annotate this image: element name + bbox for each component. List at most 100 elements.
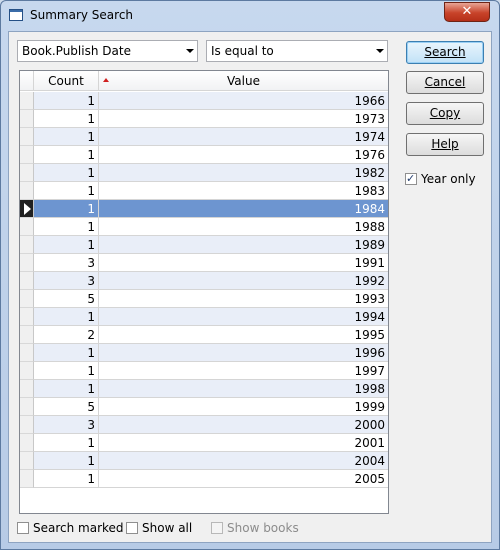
- row-selector[interactable]: [20, 254, 34, 272]
- column-header-value[interactable]: Value: [99, 71, 388, 91]
- table-row[interactable]: 1 1997: [20, 362, 388, 380]
- table-row[interactable]: 1 1996: [20, 344, 388, 362]
- value-cell: 1976: [99, 146, 388, 164]
- search-button[interactable]: Search: [406, 41, 484, 64]
- row-selector[interactable]: [20, 236, 34, 254]
- results-grid[interactable]: Count Value 1 1966 1 1973 1 1974 1 1976 1 1982 1 19…: [19, 70, 389, 514]
- table-row[interactable]: 3 1991: [20, 254, 388, 272]
- row-selector[interactable]: [20, 146, 34, 164]
- value-cell: 1988: [99, 218, 388, 236]
- show-all-checkbox[interactable]: Show all: [126, 520, 196, 536]
- row-selector[interactable]: [20, 128, 34, 146]
- table-row[interactable]: 2 1995: [20, 326, 388, 344]
- row-selector[interactable]: [20, 272, 34, 290]
- row-selector[interactable]: [20, 362, 34, 380]
- table-row[interactable]: 5 1993: [20, 290, 388, 308]
- value-cell: 1994: [99, 308, 388, 326]
- row-selector[interactable]: [20, 380, 34, 398]
- count-cell: 1: [34, 182, 99, 200]
- count-cell: 1: [34, 128, 99, 146]
- search-marked-label: Search marked: [33, 521, 124, 535]
- table-row[interactable]: 1 1966: [20, 92, 388, 110]
- value-cell: 1998: [99, 380, 388, 398]
- table-row[interactable]: 1 2005: [20, 470, 388, 488]
- table-row[interactable]: 1 1994: [20, 308, 388, 326]
- row-selector-header: [20, 71, 34, 91]
- row-selector[interactable]: [20, 452, 34, 470]
- chevron-down-icon[interactable]: [186, 49, 194, 53]
- value-cell: 1992: [99, 272, 388, 290]
- dialog-client-area: Book.Publish Date Is equal to Count Valu…: [8, 31, 492, 543]
- show-all-checkbox-box[interactable]: [126, 522, 138, 534]
- value-cell: 1997: [99, 362, 388, 380]
- count-cell: 1: [34, 434, 99, 452]
- search-marked-checkbox[interactable]: Search marked: [17, 520, 124, 536]
- count-cell: 1: [34, 164, 99, 182]
- operator-select[interactable]: Is equal to: [206, 40, 388, 62]
- count-cell: 5: [34, 398, 99, 416]
- count-cell: 1: [34, 110, 99, 128]
- count-cell: 1: [34, 362, 99, 380]
- row-selector[interactable]: [20, 290, 34, 308]
- summary-search-window: Summary Search ✕ Book.Publish Date Is eq…: [0, 0, 500, 550]
- grid-header: Count Value: [20, 71, 388, 91]
- cancel-button[interactable]: Cancel: [406, 71, 484, 94]
- show-books-checkbox: Show books: [211, 520, 301, 536]
- value-cell: 2004: [99, 452, 388, 470]
- count-cell: 1: [34, 470, 99, 488]
- row-selector[interactable]: [20, 470, 34, 488]
- row-selector[interactable]: [20, 416, 34, 434]
- column-header-count[interactable]: Count: [34, 71, 99, 91]
- chevron-down-icon[interactable]: [376, 49, 384, 53]
- row-selector[interactable]: [20, 92, 34, 110]
- row-selector[interactable]: [20, 308, 34, 326]
- value-cell: 1984: [99, 200, 388, 218]
- row-selector[interactable]: [20, 164, 34, 182]
- table-row[interactable]: 1 1988: [20, 218, 388, 236]
- table-row[interactable]: 5 1999: [20, 398, 388, 416]
- operator-select-value: Is equal to: [211, 44, 274, 58]
- table-row[interactable]: 1 1973: [20, 110, 388, 128]
- copy-button[interactable]: Copy: [406, 102, 484, 125]
- row-selector[interactable]: [20, 434, 34, 452]
- count-cell: 1: [34, 92, 99, 110]
- window-icon: [9, 9, 23, 21]
- year-only-label: Year only: [421, 172, 476, 186]
- help-button[interactable]: Help: [406, 133, 484, 156]
- table-row[interactable]: 3 2000: [20, 416, 388, 434]
- count-cell: 2: [34, 326, 99, 344]
- table-row[interactable]: 1 1976: [20, 146, 388, 164]
- table-row[interactable]: 1 2004: [20, 452, 388, 470]
- table-row[interactable]: 1 2001: [20, 434, 388, 452]
- value-cell: 1973: [99, 110, 388, 128]
- value-cell: 2000: [99, 416, 388, 434]
- show-books-checkbox-box: [211, 522, 223, 534]
- value-cell: 1983: [99, 182, 388, 200]
- search-marked-checkbox-box[interactable]: [17, 522, 29, 534]
- row-selector[interactable]: [20, 218, 34, 236]
- count-cell: 1: [34, 380, 99, 398]
- show-books-label: Show books: [227, 521, 299, 535]
- table-row[interactable]: 3 1992: [20, 272, 388, 290]
- year-only-checkbox-box[interactable]: [405, 171, 417, 187]
- table-row[interactable]: 1 1984: [20, 200, 388, 218]
- row-selector[interactable]: [20, 326, 34, 344]
- year-only-checkbox[interactable]: Year only: [405, 171, 485, 187]
- field-select[interactable]: Book.Publish Date: [17, 40, 198, 62]
- row-selector[interactable]: [20, 344, 34, 362]
- table-row[interactable]: 1 1998: [20, 380, 388, 398]
- table-row[interactable]: 1 1982: [20, 164, 388, 182]
- current-row-indicator-icon[interactable]: [20, 200, 34, 218]
- row-selector[interactable]: [20, 398, 34, 416]
- table-row[interactable]: 1 1983: [20, 182, 388, 200]
- row-selector[interactable]: [20, 110, 34, 128]
- value-cell: 2001: [99, 434, 388, 452]
- count-cell: 3: [34, 272, 99, 290]
- table-row[interactable]: 1 1974: [20, 128, 388, 146]
- table-row[interactable]: 1 1989: [20, 236, 388, 254]
- value-cell: 1989: [99, 236, 388, 254]
- column-header-value-label: Value: [227, 74, 260, 88]
- close-button[interactable]: ✕: [444, 2, 490, 22]
- row-selector[interactable]: [20, 182, 34, 200]
- title-bar[interactable]: Summary Search ✕: [1, 1, 499, 31]
